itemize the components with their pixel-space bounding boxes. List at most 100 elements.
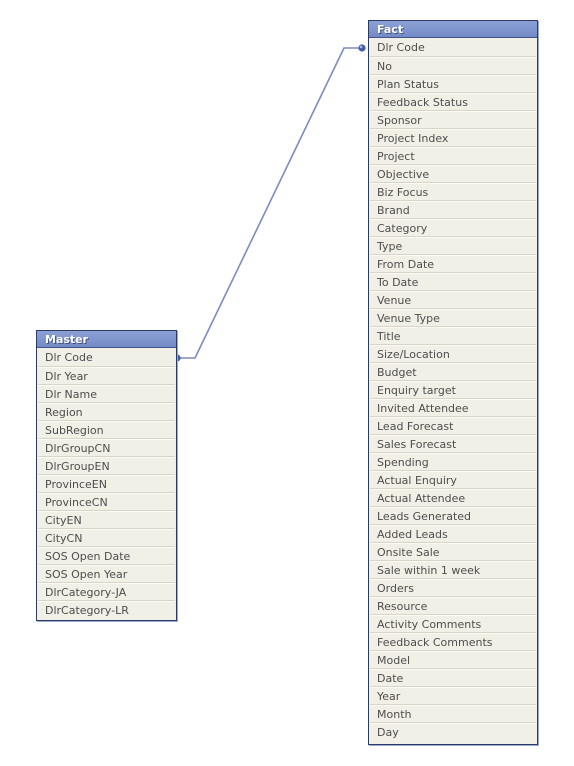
entity-title-master: Master: [37, 331, 176, 348]
entity-field-label: To Date: [377, 276, 419, 289]
entity-field-row[interactable]: Dlr Code: [370, 39, 536, 57]
entity-field-label: SOS Open Date: [45, 550, 131, 563]
entity-field-row[interactable]: SubRegion: [38, 421, 175, 439]
entity-field-label: Brand: [377, 204, 410, 217]
relationship-master-to-fact[interactable]: [173, 44, 366, 362]
entity-field-row[interactable]: Title: [370, 327, 536, 345]
entity-field-label: Year: [377, 690, 401, 703]
entity-field-row[interactable]: Project Index: [370, 129, 536, 147]
entity-field-label: Objective: [377, 168, 430, 181]
entity-field-row[interactable]: Year: [370, 687, 536, 705]
entity-field-label: ProvinceCN: [45, 496, 108, 509]
entity-field-label: CityCN: [45, 532, 83, 545]
entity-field-row[interactable]: Month: [370, 705, 536, 723]
entity-field-label: From Date: [377, 258, 435, 271]
entity-field-label: Spending: [377, 456, 429, 469]
entity-field-row[interactable]: Region: [38, 403, 175, 421]
entity-field-row[interactable]: Dlr Code: [38, 349, 175, 367]
entity-field-row[interactable]: CityCN: [38, 529, 175, 547]
entity-field-row[interactable]: DlrCategory-JA: [38, 583, 175, 601]
entity-field-row[interactable]: Venue: [370, 291, 536, 309]
entity-field-row[interactable]: Actual Enquiry: [370, 471, 536, 489]
entity-field-row[interactable]: Onsite Sale: [370, 543, 536, 561]
entity-field-label: Feedback Status: [377, 96, 468, 109]
entity-field-row[interactable]: Objective: [370, 165, 536, 183]
entity-field-label: Biz Focus: [377, 186, 429, 199]
entity-field-row[interactable]: To Date: [370, 273, 536, 291]
entity-field-row[interactable]: ProvinceCN: [38, 493, 175, 511]
entity-field-label: Budget: [377, 366, 417, 379]
entity-field-row[interactable]: Sponsor: [370, 111, 536, 129]
entity-field-row[interactable]: Sales Forecast: [370, 435, 536, 453]
entity-field-label: Activity Comments: [377, 618, 482, 631]
schema-diagram-canvas: Master Dlr Code Dlr Year Dlr Name Region Sub…: [0, 0, 574, 766]
relationship-line[interactable]: [176, 47, 363, 359]
entity-field-row[interactable]: Biz Focus: [370, 183, 536, 201]
entity-field-row[interactable]: CityEN: [38, 511, 175, 529]
entity-field-label: Type: [377, 240, 403, 253]
entity-field-row[interactable]: Size/Location: [370, 345, 536, 363]
entity-field-row[interactable]: Feedback Status: [370, 93, 536, 111]
entity-field-label: SubRegion: [45, 424, 104, 437]
entity-field-label: Category: [377, 222, 428, 235]
entity-field-row[interactable]: Project: [370, 147, 536, 165]
entity-field-label: Venue Type: [377, 312, 440, 325]
entity-field-row[interactable]: DlrGroupEN: [38, 457, 175, 475]
entity-field-row[interactable]: Budget: [370, 363, 536, 381]
entity-field-row[interactable]: Dlr Name: [38, 385, 175, 403]
entity-field-row[interactable]: Spending: [370, 453, 536, 471]
entity-field-row[interactable]: Orders: [370, 579, 536, 597]
entity-field-row[interactable]: Leads Generated: [370, 507, 536, 525]
entity-field-label: Invited Attendee: [377, 402, 469, 415]
entity-field-row[interactable]: No: [370, 57, 536, 75]
entity-field-label: Model: [377, 654, 411, 667]
entity-field-label: Sale within 1 week: [377, 564, 481, 577]
entity-field-row[interactable]: Sale within 1 week: [370, 561, 536, 579]
entity-field-label: Resource: [377, 600, 428, 613]
entity-field-row[interactable]: Activity Comments: [370, 615, 536, 633]
entity-table-master[interactable]: Master Dlr Code Dlr Year Dlr Name Region Sub…: [36, 330, 177, 621]
entity-field-row[interactable]: Added Leads: [370, 525, 536, 543]
relationship-endpoint-highlight: [359, 45, 363, 49]
entity-field-row[interactable]: Enquiry target: [370, 381, 536, 399]
entity-field-label: Project Index: [377, 132, 449, 145]
entity-field-row[interactable]: Dlr Year: [38, 367, 175, 385]
entity-field-label: Leads Generated: [377, 510, 472, 523]
entity-field-row[interactable]: Lead Forecast: [370, 417, 536, 435]
entity-field-list-fact: Dlr Code No Plan Status Feedback Status Spon…: [369, 38, 537, 742]
entity-field-row[interactable]: Type: [370, 237, 536, 255]
entity-field-label: Project: [377, 150, 415, 163]
entity-field-label: Onsite Sale: [377, 546, 440, 559]
entity-field-row[interactable]: From Date: [370, 255, 536, 273]
entity-field-row[interactable]: DlrCategory-LR: [38, 601, 175, 619]
entity-field-label: Size/Location: [377, 348, 450, 361]
entity-field-row[interactable]: Plan Status: [370, 75, 536, 93]
entity-field-row[interactable]: SOS Open Year: [38, 565, 175, 583]
entity-field-row[interactable]: SOS Open Date: [38, 547, 175, 565]
entity-field-row[interactable]: Model: [370, 651, 536, 669]
entity-field-row[interactable]: DlrGroupCN: [38, 439, 175, 457]
entity-field-label: ProvinceEN: [45, 478, 107, 491]
entity-field-label: Region: [45, 406, 83, 419]
entity-table-fact[interactable]: Fact Dlr Code No Plan Status Feedback Statu…: [368, 20, 538, 745]
entity-field-row[interactable]: Feedback Comments: [370, 633, 536, 651]
entity-field-row[interactable]: Resource: [370, 597, 536, 615]
entity-field-label: Date: [377, 672, 404, 685]
entity-field-label: Day: [377, 726, 399, 739]
entity-field-label: Title: [377, 330, 401, 343]
entity-field-row[interactable]: Category: [370, 219, 536, 237]
entity-field-label: Feedback Comments: [377, 636, 493, 649]
entity-field-row[interactable]: Brand: [370, 201, 536, 219]
entity-field-label: Orders: [377, 582, 414, 595]
entity-field-row[interactable]: Invited Attendee: [370, 399, 536, 417]
entity-field-label: Venue: [377, 294, 412, 307]
relationship-endpoint-target[interactable]: [358, 44, 366, 52]
entity-field-row[interactable]: ProvinceEN: [38, 475, 175, 493]
entity-field-row[interactable]: Actual Attendee: [370, 489, 536, 507]
entity-field-label: Added Leads: [377, 528, 448, 541]
entity-field-row[interactable]: Day: [370, 723, 536, 741]
entity-field-label: Enquiry target: [377, 384, 456, 397]
entity-field-row[interactable]: Venue Type: [370, 309, 536, 327]
entity-field-row[interactable]: Date: [370, 669, 536, 687]
entity-field-label: SOS Open Year: [45, 568, 128, 581]
